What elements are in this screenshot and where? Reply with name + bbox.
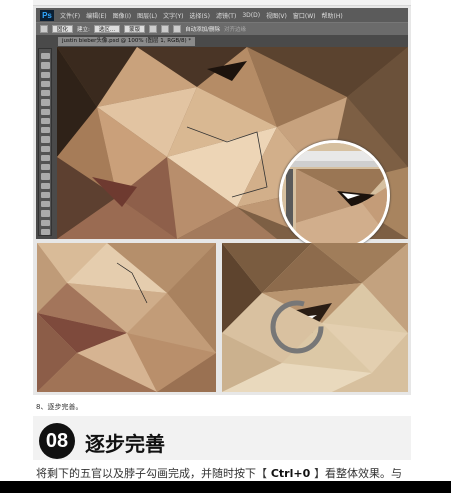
mask-button[interactable]: 蒙版 — [124, 25, 146, 33]
path-operations-icon[interactable] — [149, 25, 158, 33]
menu-window[interactable]: 窗口(W) — [293, 11, 316, 20]
mouth-closeup-artwork — [37, 243, 216, 392]
eraser-tool-icon[interactable] — [40, 145, 50, 152]
body-text-part-1: 将剩下的五官以及脖子勾画完成，并随时按下【 — [36, 467, 267, 480]
shape-tool-icon[interactable] — [40, 210, 50, 217]
path-select-tool-icon[interactable] — [40, 201, 50, 208]
page-frame: Ps 文件(F) 编辑(E) 图像(I) 图层(L) 文字(Y) 选择(S) 滤… — [0, 0, 451, 493]
align-edges-checkbox[interactable]: 对齐边缘 — [224, 25, 246, 33]
photoshop-options-bar: 固化 建立: 选区... 蒙版 自动添加/删除 对齐边缘 — [36, 22, 408, 35]
brush-tool-icon[interactable] — [40, 117, 50, 124]
menu-type[interactable]: 文字(Y) — [163, 11, 183, 20]
hand-tool-icon[interactable] — [40, 219, 50, 226]
type-tool-icon[interactable] — [40, 191, 50, 198]
step-number-badge: 08 — [39, 423, 75, 459]
menu-3d[interactable]: 3D(D) — [242, 12, 260, 19]
marquee-tool-icon[interactable] — [40, 62, 50, 69]
healing-tool-icon[interactable] — [40, 108, 50, 115]
menu-layer[interactable]: 图层(L) — [137, 11, 157, 20]
brush-label: 建立: — [77, 27, 90, 33]
mode-select[interactable]: 固化 — [52, 25, 74, 33]
crop-tool-icon[interactable] — [40, 90, 50, 97]
menu-view[interactable]: 视图(V) — [266, 11, 287, 20]
previous-content-edge — [33, 0, 411, 6]
tools-panel — [38, 48, 52, 236]
bottom-black-bar — [0, 481, 451, 493]
dodge-tool-icon[interactable] — [40, 173, 50, 180]
move-tool-icon[interactable] — [40, 53, 50, 60]
menu-file[interactable]: 文件(F) — [60, 11, 80, 20]
auto-add-delete-checkbox[interactable]: 自动添加/删除 — [185, 25, 220, 33]
path-alignment-icon[interactable] — [161, 25, 170, 33]
low-poly-mouth-closeup — [37, 243, 216, 392]
step-body-text: 将剩下的五官以及脖子勾画完成，并随时按下【 Ctrl+0 】看整体效果。与 — [36, 465, 402, 481]
step-title: 逐步完善 — [85, 432, 165, 456]
menu-select[interactable]: 选择(S) — [189, 11, 210, 20]
document-tab[interactable]: justin bieber头像.psd @ 100% (图层 1, RGB/8)… — [58, 37, 196, 46]
gradient-tool-icon[interactable] — [40, 154, 50, 161]
menu-help[interactable]: 帮助(H) — [322, 11, 343, 20]
pen-tool-icon[interactable] — [40, 182, 50, 189]
lasso-tool-icon[interactable] — [40, 71, 50, 78]
photoshop-logo: Ps — [40, 9, 54, 21]
make-selection-button[interactable]: 选区... — [93, 25, 121, 33]
eye-closeup-artwork — [222, 243, 408, 392]
body-text-part-2: 】看整体效果。与 — [314, 467, 403, 480]
blur-tool-icon[interactable] — [40, 164, 50, 171]
low-poly-eye-closeup — [222, 243, 408, 392]
keyboard-shortcut: Ctrl+0 — [267, 467, 315, 480]
menu-filter[interactable]: 滤镜(T) — [216, 11, 236, 20]
gear-icon[interactable] — [173, 25, 182, 33]
photoshop-menubar: Ps 文件(F) 编辑(E) 图像(I) 图层(L) 文字(Y) 选择(S) 滤… — [36, 8, 408, 22]
quick-select-tool-icon[interactable] — [40, 80, 50, 87]
pen-tool-icon[interactable] — [40, 25, 48, 33]
menu-image[interactable]: 图像(I) — [113, 11, 131, 20]
stamp-tool-icon[interactable] — [40, 127, 50, 134]
zoom-tool-icon[interactable] — [40, 228, 50, 235]
step-caption: 8、逐步完善。 — [36, 403, 83, 411]
menu-edit[interactable]: 编辑(E) — [86, 11, 106, 20]
history-brush-tool-icon[interactable] — [40, 136, 50, 143]
eyedropper-tool-icon[interactable] — [40, 99, 50, 106]
zoomed-detail-magnifier — [279, 140, 390, 251]
